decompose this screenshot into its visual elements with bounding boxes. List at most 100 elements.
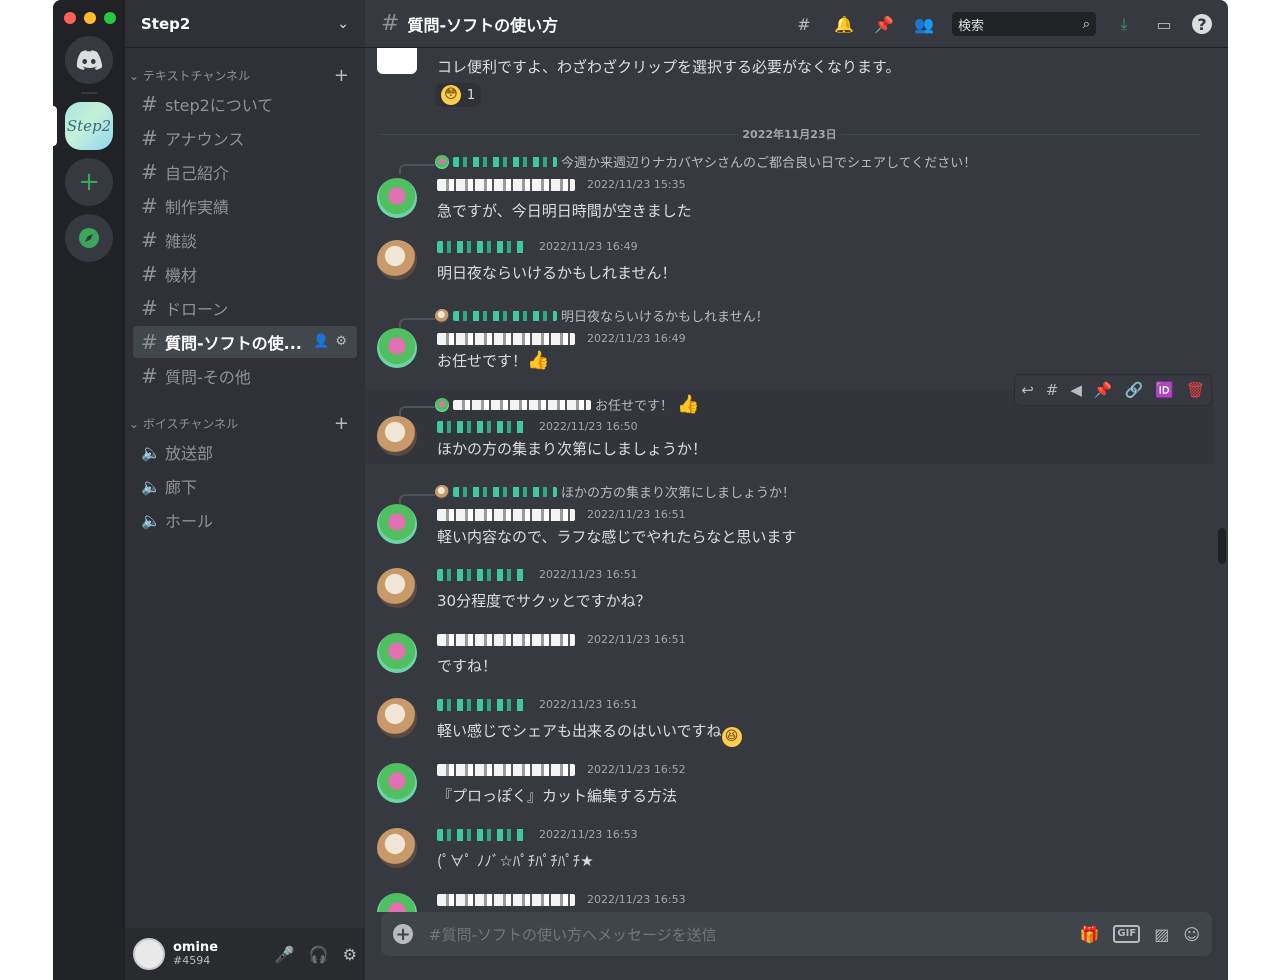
text-channel-category[interactable]: ⌄ テキストチャンネル + <box>125 64 365 86</box>
download-icon[interactable]: ⤓ <box>1112 12 1136 36</box>
pin-icon[interactable]: 📌 <box>872 12 896 36</box>
avatar[interactable] <box>377 828 417 868</box>
help-icon[interactable]: ? <box>1192 14 1212 34</box>
search-placeholder: 検索 <box>958 18 985 34</box>
username[interactable] <box>437 240 527 253</box>
username[interactable] <box>437 763 575 776</box>
avatar[interactable] <box>377 568 417 608</box>
channel-software-questions[interactable]: # 質問-ソフトの使... 👤 ⚙ <box>133 326 357 358</box>
hash-icon: # <box>141 126 158 150</box>
avatar[interactable] <box>377 763 417 803</box>
inbox-icon[interactable]: ▭ <box>1152 12 1176 36</box>
create-thread-icon[interactable]: # <box>1046 381 1059 399</box>
voice-channel-hall[interactable]: 🔈 ホール <box>133 504 357 536</box>
scrollbar-thumb[interactable] <box>1218 528 1226 564</box>
gift-icon[interactable]: 🎁 <box>1080 925 1100 944</box>
reply-preview[interactable]: お任せです！ 👍 <box>435 394 699 415</box>
avatar[interactable] <box>377 240 417 280</box>
username[interactable] <box>437 332 575 345</box>
microphone-icon[interactable]: 🎤 <box>275 945 295 964</box>
invite-icon[interactable]: 👤 <box>313 334 329 349</box>
username[interactable] <box>437 420 527 433</box>
timestamp: 2022/11/23 16:49 <box>539 240 638 253</box>
user-names[interactable]: omine #4594 <box>173 940 275 968</box>
channel-other-questions[interactable]: # 質問-その他 <box>133 360 357 392</box>
maximize-window-button[interactable] <box>104 12 116 24</box>
voice-channel-hallway[interactable]: 🔈 廊下 <box>133 470 357 502</box>
avatar[interactable] <box>377 328 417 368</box>
timestamp: 2022/11/23 16:51 <box>587 633 686 646</box>
username[interactable] <box>437 828 527 841</box>
voice-channel-broadcast[interactable]: 🔈 放送部 <box>133 436 357 468</box>
thumbs-up-emoji-icon: 👍 <box>527 350 550 371</box>
emoji-picker-icon[interactable]: ☺ <box>1183 925 1200 944</box>
channel-self-intro[interactable]: # 自己紹介 <box>133 156 357 188</box>
reply-preview[interactable]: 明日夜ならいけるかもしれません！ <box>435 306 769 325</box>
channel-label: step2について <box>165 96 274 115</box>
reply-connector <box>399 406 435 416</box>
sticker-icon[interactable]: ▨ <box>1154 925 1169 944</box>
close-window-button[interactable] <box>64 12 76 24</box>
gear-icon[interactable]: ⚙ <box>335 334 347 349</box>
channel-title: 質問-ソフトの使い方 <box>407 15 559 35</box>
avatar[interactable] <box>377 698 417 738</box>
bell-icon[interactable]: 🔔 <box>832 12 856 36</box>
home-button[interactable] <box>65 36 113 84</box>
message-input[interactable]: #質問-ソフトの使い方へメッセージを送信 <box>429 924 1080 945</box>
username[interactable] <box>437 893 575 906</box>
reply-avatar <box>435 397 449 412</box>
server-step2[interactable]: Step2 <box>65 102 113 150</box>
members-icon[interactable]: 👥 <box>912 12 936 36</box>
reply-preview[interactable]: ほかの方の集まり次第にしましょうか！ <box>435 482 795 501</box>
category-chevron-icon: ⌄ <box>129 416 143 431</box>
channel-label: 廊下 <box>165 478 198 497</box>
delete-icon[interactable]: 🗑 <box>1186 381 1205 399</box>
reply-preview[interactable]: 今週か来週辺りナカバヤシさんのご都合良い日でシェアしてください！ <box>435 152 976 171</box>
add-voice-channel-icon[interactable]: + <box>334 413 349 434</box>
headphones-icon[interactable]: 🎧 <box>309 945 329 964</box>
username[interactable] <box>437 568 527 581</box>
channel-works[interactable]: # 制作実績 <box>133 190 357 222</box>
add-server-button[interactable]: + <box>65 158 113 206</box>
avatar[interactable] <box>377 893 417 912</box>
channel-label: ホール <box>165 512 214 531</box>
avatar[interactable] <box>377 504 417 544</box>
avatar[interactable] <box>377 416 417 456</box>
message-composer[interactable]: + #質問-ソフトの使い方へメッセージを送信 🎁 GIF ▨ ☺ <box>381 912 1212 956</box>
minimize-window-button[interactable] <box>84 12 96 24</box>
message-text: ですね！ <box>437 657 498 675</box>
voice-channel-category[interactable]: ⌄ ボイスチャンネル + <box>125 412 365 434</box>
link-icon[interactable]: 🔗 <box>1125 381 1144 399</box>
avatar[interactable] <box>133 938 165 970</box>
guild-header[interactable]: Step2 ⌄ <box>125 0 365 48</box>
user-tag: #4594 <box>173 954 211 968</box>
reaction-button[interactable]: 😳 1 <box>435 83 481 107</box>
pin-icon[interactable]: 📌 <box>1094 381 1113 399</box>
gif-button[interactable]: GIF <box>1113 924 1141 943</box>
username[interactable] <box>437 698 527 711</box>
reply-username <box>453 156 557 167</box>
reply-text: 明日夜ならいけるかもしれません！ <box>561 310 769 325</box>
tag-icon[interactable]: ◀ <box>1070 381 1082 399</box>
threads-icon[interactable]: # <box>792 12 816 36</box>
channel-step2について[interactable]: # step2について <box>133 88 357 120</box>
explore-servers-button[interactable] <box>65 214 113 262</box>
avatar[interactable] <box>377 633 417 673</box>
copy-id-icon[interactable]: 🆔 <box>1155 381 1174 399</box>
gear-icon[interactable]: ⚙ <box>343 945 357 964</box>
username[interactable] <box>437 633 575 646</box>
search-input[interactable]: 検索 ⌕ <box>952 12 1096 36</box>
channel-equipment[interactable]: # 機材 <box>133 258 357 290</box>
username[interactable] <box>437 178 575 191</box>
attach-plus-icon[interactable]: + <box>393 924 413 945</box>
avatar[interactable] <box>377 178 417 218</box>
avatar[interactable] <box>377 48 417 74</box>
reply-icon[interactable]: ↩ <box>1021 381 1034 399</box>
channel-announce[interactable]: # アナウンス <box>133 122 357 154</box>
speaker-icon: 🔈 <box>141 510 161 530</box>
channel-chat[interactable]: # 雑談 <box>133 224 357 256</box>
username[interactable] <box>437 508 575 521</box>
add-text-channel-icon[interactable]: + <box>334 65 349 86</box>
message-actions-toolbar: ↩ # ◀ 📌 🔗 🆔 🗑 <box>1014 374 1212 406</box>
channel-drone[interactable]: # ドローン <box>133 292 357 324</box>
